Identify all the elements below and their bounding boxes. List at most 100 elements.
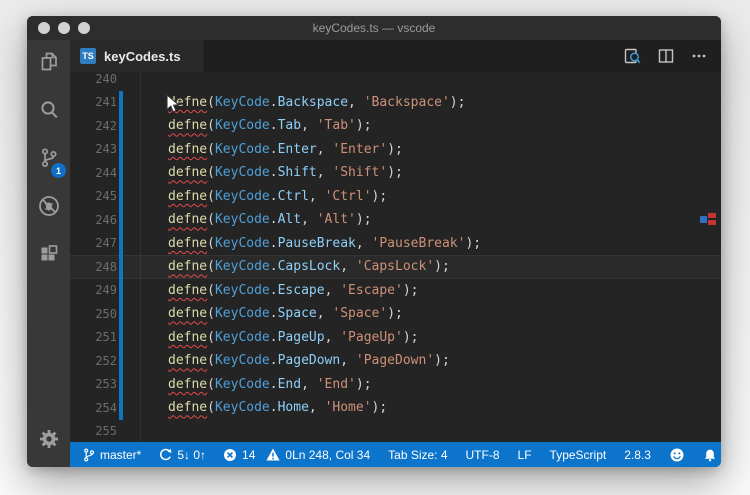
line-number[interactable]: 246 [70, 213, 117, 227]
line-number[interactable]: 254 [70, 401, 117, 415]
tab-size-indicator[interactable]: Tab Size: 4 [388, 448, 447, 462]
line-number[interactable]: 249 [70, 283, 117, 297]
gutter-modified-indicator [119, 372, 123, 396]
code-line[interactable]: 247 defne(KeyCode.PauseBreak, 'PauseBreak… [70, 231, 721, 255]
code-text[interactable]: defne(KeyCode.PauseBreak, 'PauseBreak'); [168, 236, 481, 251]
feedback-smiley-icon[interactable] [669, 447, 685, 463]
token: 'Space' [332, 306, 388, 322]
code-text[interactable]: defne(KeyCode.Ctrl, 'Ctrl'); [168, 189, 387, 204]
more-actions-icon[interactable] [690, 47, 708, 65]
token: 'Tab' [316, 118, 356, 134]
problems-status[interactable]: 14 0 [223, 448, 292, 462]
token: ); [387, 306, 403, 322]
sync-status[interactable]: 5↓ 0↑ [158, 448, 206, 462]
sidebar-item-source-control[interactable]: 1 [27, 136, 70, 184]
line-number[interactable]: 245 [70, 189, 117, 203]
line-number[interactable]: 253 [70, 377, 117, 391]
code-editor[interactable]: 240 241 defne(KeyCode.Backspace, 'Backspac… [70, 72, 721, 442]
vscode-window: keyCodes.ts — vscode 1 TS keyCodes.ts 24… [27, 16, 721, 467]
code-text[interactable]: defne(KeyCode.End, 'End'); [168, 377, 372, 392]
token: ( [207, 165, 215, 181]
code-line[interactable]: 244 defne(KeyCode.Shift, 'Shift'); [70, 161, 721, 185]
line-number[interactable]: 252 [70, 354, 117, 368]
token: 'Enter' [332, 141, 388, 157]
line-number[interactable]: 240 [70, 72, 117, 86]
code-text[interactable]: defne(KeyCode.PageDown, 'PageDown'); [168, 353, 450, 368]
code-line[interactable]: 248 defne(KeyCode.CapsLock, 'CapsLock'); [70, 255, 721, 279]
gutter-modified-indicator [119, 114, 123, 138]
line-number[interactable]: 248 [70, 260, 117, 274]
code-text[interactable]: defne(KeyCode.Tab, 'Tab'); [168, 118, 372, 133]
sidebar-item-search[interactable] [27, 88, 70, 136]
code-line[interactable]: 253 defne(KeyCode.End, 'End'); [70, 372, 721, 396]
code-text[interactable]: defne(KeyCode.Enter, 'Enter'); [168, 142, 403, 157]
token: KeyCode [214, 118, 270, 134]
encoding-indicator[interactable]: UTF-8 [466, 448, 500, 462]
code-lines: 240 241 defne(KeyCode.Backspace, 'Backspac… [70, 72, 721, 442]
line-number[interactable]: 247 [70, 236, 117, 250]
close-button[interactable] [38, 22, 50, 34]
titlebar[interactable]: keyCodes.ts — vscode [27, 16, 721, 40]
token: KeyCode [214, 212, 270, 228]
token: , [301, 376, 317, 392]
line-number[interactable]: 251 [70, 330, 117, 344]
token: KeyCode [214, 329, 270, 345]
code-line[interactable]: 246 defne(KeyCode.Alt, 'Alt'); [70, 208, 721, 232]
code-line[interactable]: 240 [70, 72, 721, 91]
cursor-position[interactable]: Ln 248, Col 34 [292, 448, 370, 462]
line-number[interactable]: 244 [70, 166, 117, 180]
overview-ruler-error-marker [708, 220, 716, 225]
token: ); [402, 282, 419, 298]
code-line[interactable]: 254 defne(KeyCode.Home, 'Home'); [70, 396, 721, 420]
token: , [301, 118, 317, 134]
code-line[interactable]: 243 defne(KeyCode.Enter, 'Enter'); [70, 137, 721, 161]
token: ( [207, 118, 215, 134]
warning-icon [266, 448, 280, 461]
line-number[interactable]: 250 [70, 307, 117, 321]
zoom-button[interactable] [78, 22, 90, 34]
token: ); [449, 94, 466, 110]
notifications-bell-icon[interactable] [703, 447, 717, 462]
code-line[interactable]: 255 [70, 420, 721, 443]
code-text[interactable]: defne(KeyCode.CapsLock, 'CapsLock'); [168, 259, 450, 274]
minimize-button[interactable] [58, 22, 70, 34]
gutter-modified-indicator [119, 72, 123, 91]
code-text[interactable]: defne(KeyCode.Home, 'Home'); [168, 400, 387, 415]
code-text[interactable]: defne(KeyCode.Space, 'Space'); [168, 306, 403, 321]
code-text[interactable]: defne(KeyCode.Alt, 'Alt'); [168, 212, 372, 227]
language-mode[interactable]: TypeScript [550, 448, 607, 462]
line-number[interactable]: 241 [70, 95, 117, 109]
token: defne [168, 235, 208, 251]
line-number[interactable]: 243 [70, 142, 117, 156]
token: . [269, 306, 278, 322]
git-branch-status[interactable]: master* [83, 448, 141, 462]
token: , [348, 94, 364, 110]
token: ); [355, 118, 372, 134]
line-number[interactable]: 255 [70, 424, 117, 438]
code-text[interactable]: defne(KeyCode.PageUp, 'PageUp'); [168, 330, 419, 345]
code-line[interactable]: 249 defne(KeyCode.Escape, 'Escape'); [70, 278, 721, 302]
code-text[interactable]: defne(KeyCode.Escape, 'Escape'); [168, 283, 419, 298]
sidebar-item-extensions[interactable] [27, 232, 70, 280]
code-line[interactable]: 252 defne(KeyCode.PageDown, 'PageDown'); [70, 349, 721, 373]
token: 'PauseBreak' [371, 235, 466, 251]
code-line[interactable]: 251 defne(KeyCode.PageUp, 'PageUp'); [70, 325, 721, 349]
token: ); [434, 353, 450, 369]
sidebar-item-debug[interactable] [27, 184, 70, 232]
token: , [316, 141, 333, 157]
eol-indicator[interactable]: LF [518, 448, 532, 462]
tab-keycodes[interactable]: TS keyCodes.ts [70, 40, 205, 72]
settings-button[interactable] [27, 417, 70, 465]
code-text[interactable]: defne(KeyCode.Shift, 'Shift'); [168, 165, 403, 180]
token: ( [207, 376, 215, 392]
code-line[interactable]: 250 defne(KeyCode.Space, 'Space'); [70, 302, 721, 326]
split-editor-icon[interactable] [657, 47, 675, 65]
token: . [269, 94, 278, 110]
code-line[interactable]: 245 defne(KeyCode.Ctrl, 'Ctrl'); [70, 184, 721, 208]
code-text[interactable]: defne(KeyCode.Backspace, 'Backspace'); [168, 95, 465, 110]
open-preview-icon[interactable] [623, 47, 642, 66]
line-number[interactable]: 242 [70, 119, 117, 133]
sidebar-item-explorer[interactable] [27, 40, 70, 88]
token: Shift [277, 165, 317, 181]
typescript-version[interactable]: 2.8.3 [624, 448, 651, 462]
